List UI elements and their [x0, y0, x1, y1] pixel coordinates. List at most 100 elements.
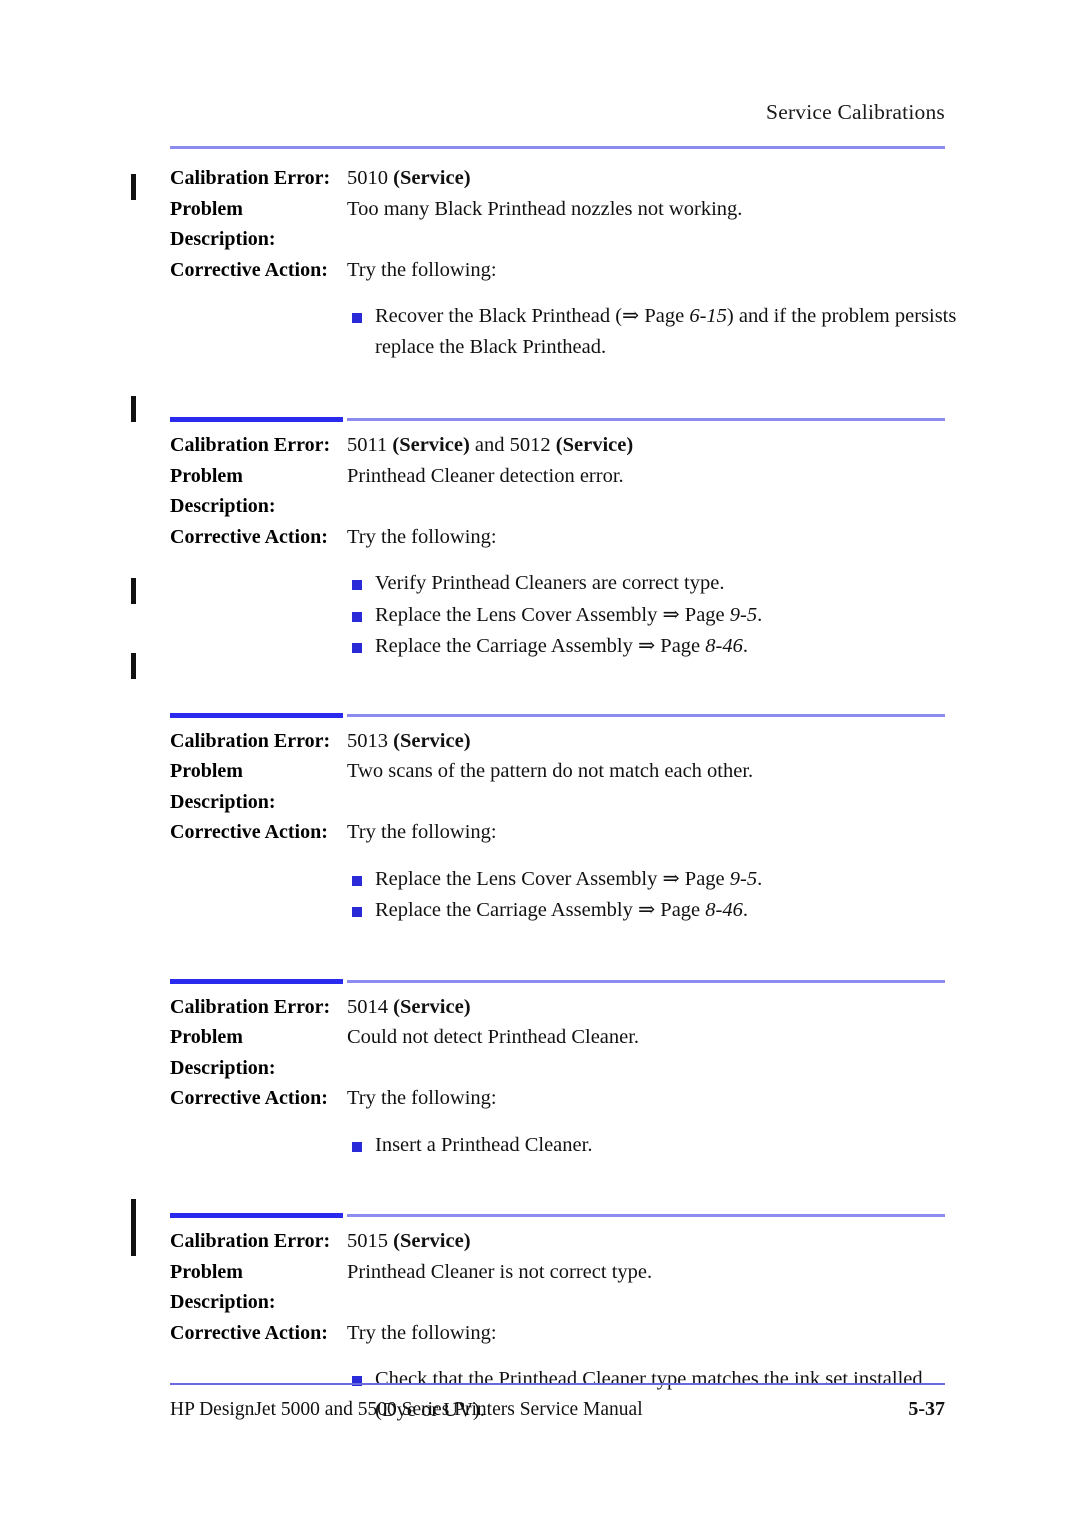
calibration-error-value: 5013 (Service): [347, 729, 471, 752]
calibration-error-list: Calibration Error: 5010 (Service) Problem D…: [0, 163, 1080, 1441]
page-reference: 6-15: [689, 305, 727, 327]
calibration-error-value: 5015 (Service): [347, 1230, 471, 1252]
service-tag: (Service): [393, 995, 471, 1018]
calibration-error-value: 5011 (Service) and 5012 (Service): [347, 434, 634, 456]
corrective-action-row: Corrective Action: Try the following:: [0, 1083, 1080, 1114]
calibration-error-section: Calibration Error: 5014 (Service) Problem D…: [0, 992, 1080, 1205]
footer-manual-title: HP DesignJet 5000 and 5500 Series Printe…: [170, 1399, 643, 1420]
calibration-error-section: Calibration Error: 5015 (Service) Problem D…: [0, 1226, 1080, 1425]
corrective-action-label: Corrective Action:: [170, 1087, 328, 1109]
page-reference: 8-46: [705, 635, 743, 657]
manual-page: Service Calibrations Calibration Error: 5…: [0, 0, 1080, 1528]
section-divider: [0, 1204, 1080, 1226]
problem-description-value: Could not detect Printhead Cleaner.: [347, 1026, 640, 1048]
corrective-action-intro: Try the following:: [347, 1087, 497, 1109]
problem-label-line2: Description:: [170, 1291, 276, 1313]
divider-line: [347, 418, 945, 421]
section-divider: [0, 704, 1080, 726]
error-code-row: Calibration Error: 5010 (Service): [0, 163, 1080, 194]
problem-label-line2: Description:: [170, 790, 276, 813]
calibration-error-section: Calibration Error: 5010 (Service) Problem D…: [0, 163, 1080, 408]
problem-label-line2: Description:: [170, 495, 276, 517]
bullet-item: Replace the Lens Cover Assembly ⇒ Page 9…: [347, 864, 1080, 895]
calibration-error-value: 5014 (Service): [347, 995, 471, 1018]
service-tag: (Service): [393, 167, 471, 189]
problem-description-label: Problem Description:: [170, 756, 347, 817]
divider-accent: [170, 978, 343, 984]
corrective-action-intro: Try the following:: [347, 821, 497, 843]
page-footer: HP DesignJet 5000 and 5500 Series Printe…: [170, 1398, 945, 1421]
calibration-error-section: Calibration Error: 5011 (Service) and 501…: [0, 430, 1080, 704]
footer-rule: [170, 1383, 945, 1385]
divider-line: [347, 1214, 945, 1217]
service-tag: (Service): [555, 434, 634, 456]
error-code-row: Calibration Error: 5014 (Service): [0, 992, 1080, 1023]
corrective-action-intro: Try the following:: [347, 1321, 497, 1344]
problem-description-label: Problem Description:: [170, 194, 347, 255]
corrective-action-label: Corrective Action:: [170, 821, 328, 843]
calibration-error-value: 5010 (Service): [347, 167, 471, 189]
divider-accent: [170, 712, 343, 718]
problem-label-line1: Problem: [170, 1260, 243, 1283]
section-divider: [0, 970, 1080, 992]
corrective-action-label: Corrective Action:: [170, 525, 328, 548]
corrective-action-row: Corrective Action: Try the following:: [0, 817, 1080, 848]
service-tag: (Service): [392, 434, 470, 456]
page-reference: 9-5: [729, 867, 758, 890]
page-reference: 8-46: [705, 899, 743, 921]
calibration-error-label: Calibration Error:: [170, 1230, 331, 1252]
problem-description-row: Problem Description: Printhead Cleaner det…: [0, 461, 1080, 522]
corrective-action-bullets: Insert a Printhead Cleaner.: [347, 1130, 1080, 1161]
problem-description-label: Problem Description:: [170, 1257, 347, 1318]
problem-description-row: Problem Description: Could not detect Prin…: [0, 1022, 1080, 1083]
corrective-action-label: Corrective Action:: [170, 1321, 328, 1344]
calibration-error-label: Calibration Error:: [170, 434, 331, 456]
divider-line: [347, 979, 945, 983]
problem-description-label: Problem Description:: [170, 1022, 347, 1083]
problem-description-row: Problem Description: Printhead Cleaner is …: [0, 1257, 1080, 1318]
problem-description-value: Printhead Cleaner is not correct type.: [347, 1260, 653, 1283]
problem-description-row: Problem Description: Two scans of the patt…: [0, 756, 1080, 817]
calibration-error-label: Calibration Error:: [170, 167, 331, 189]
problem-label-line1: Problem: [170, 1026, 243, 1048]
corrective-action-row: Corrective Action: Try the following:: [0, 1318, 1080, 1349]
bullet-item: Verify Printhead Cleaners are correct ty…: [347, 568, 1080, 599]
calibration-error-section: Calibration Error: 5013 (Service) Problem D…: [0, 726, 1080, 970]
page-header-title: Service Calibrations: [766, 100, 945, 124]
bullet-item: Replace the Carriage Assembly ⇒ Page 8-4…: [347, 631, 1080, 662]
divider-accent: [170, 417, 343, 422]
problem-label-line1: Problem: [170, 464, 243, 487]
corrective-action-bullets: Verify Printhead Cleaners are correct ty…: [347, 568, 1080, 662]
service-tag: (Service): [393, 1230, 471, 1252]
section-divider: [0, 408, 1080, 430]
corrective-action-label: Corrective Action:: [170, 258, 328, 281]
error-code-row: Calibration Error: 5011 (Service) and 501…: [0, 430, 1080, 461]
problem-description-value: Printhead Cleaner detection error.: [347, 464, 624, 487]
corrective-action-row: Corrective Action: Try the following:: [0, 522, 1080, 553]
corrective-action-intro: Try the following:: [347, 525, 497, 548]
page-reference: 9-5: [729, 603, 758, 626]
error-code-row: Calibration Error: 5013 (Service): [0, 726, 1080, 757]
problem-label-line2: Description:: [170, 228, 276, 250]
corrective-action-row: Corrective Action: Try the following:: [0, 255, 1080, 286]
problem-label-line2: Description:: [170, 1056, 276, 1079]
divider-line: [347, 713, 945, 717]
bullet-item: Replace the Carriage Assembly ⇒ Page 8-4…: [347, 895, 1080, 926]
error-code-row: Calibration Error: 5015 (Service): [0, 1226, 1080, 1257]
problem-label-line1: Problem: [170, 197, 243, 220]
calibration-error-label: Calibration Error:: [170, 729, 331, 752]
service-tag: (Service): [393, 729, 471, 752]
bullet-item: Recover the Black Printhead (⇒ Page 6-15…: [347, 301, 1080, 362]
bullet-item: Replace the Lens Cover Assembly ⇒ Page 9…: [347, 600, 1080, 631]
corrective-action-intro: Try the following:: [347, 258, 497, 281]
problem-description-row: Problem Description: Too many Black Printh…: [0, 194, 1080, 255]
problem-description-value: Too many Black Printhead nozzles not wor…: [347, 197, 743, 220]
problem-label-line1: Problem: [170, 760, 243, 782]
calibration-error-label: Calibration Error:: [170, 995, 331, 1018]
divider-accent: [170, 1213, 343, 1218]
header-rule: [170, 146, 945, 149]
corrective-action-bullets: Replace the Lens Cover Assembly ⇒ Page 9…: [347, 864, 1080, 926]
